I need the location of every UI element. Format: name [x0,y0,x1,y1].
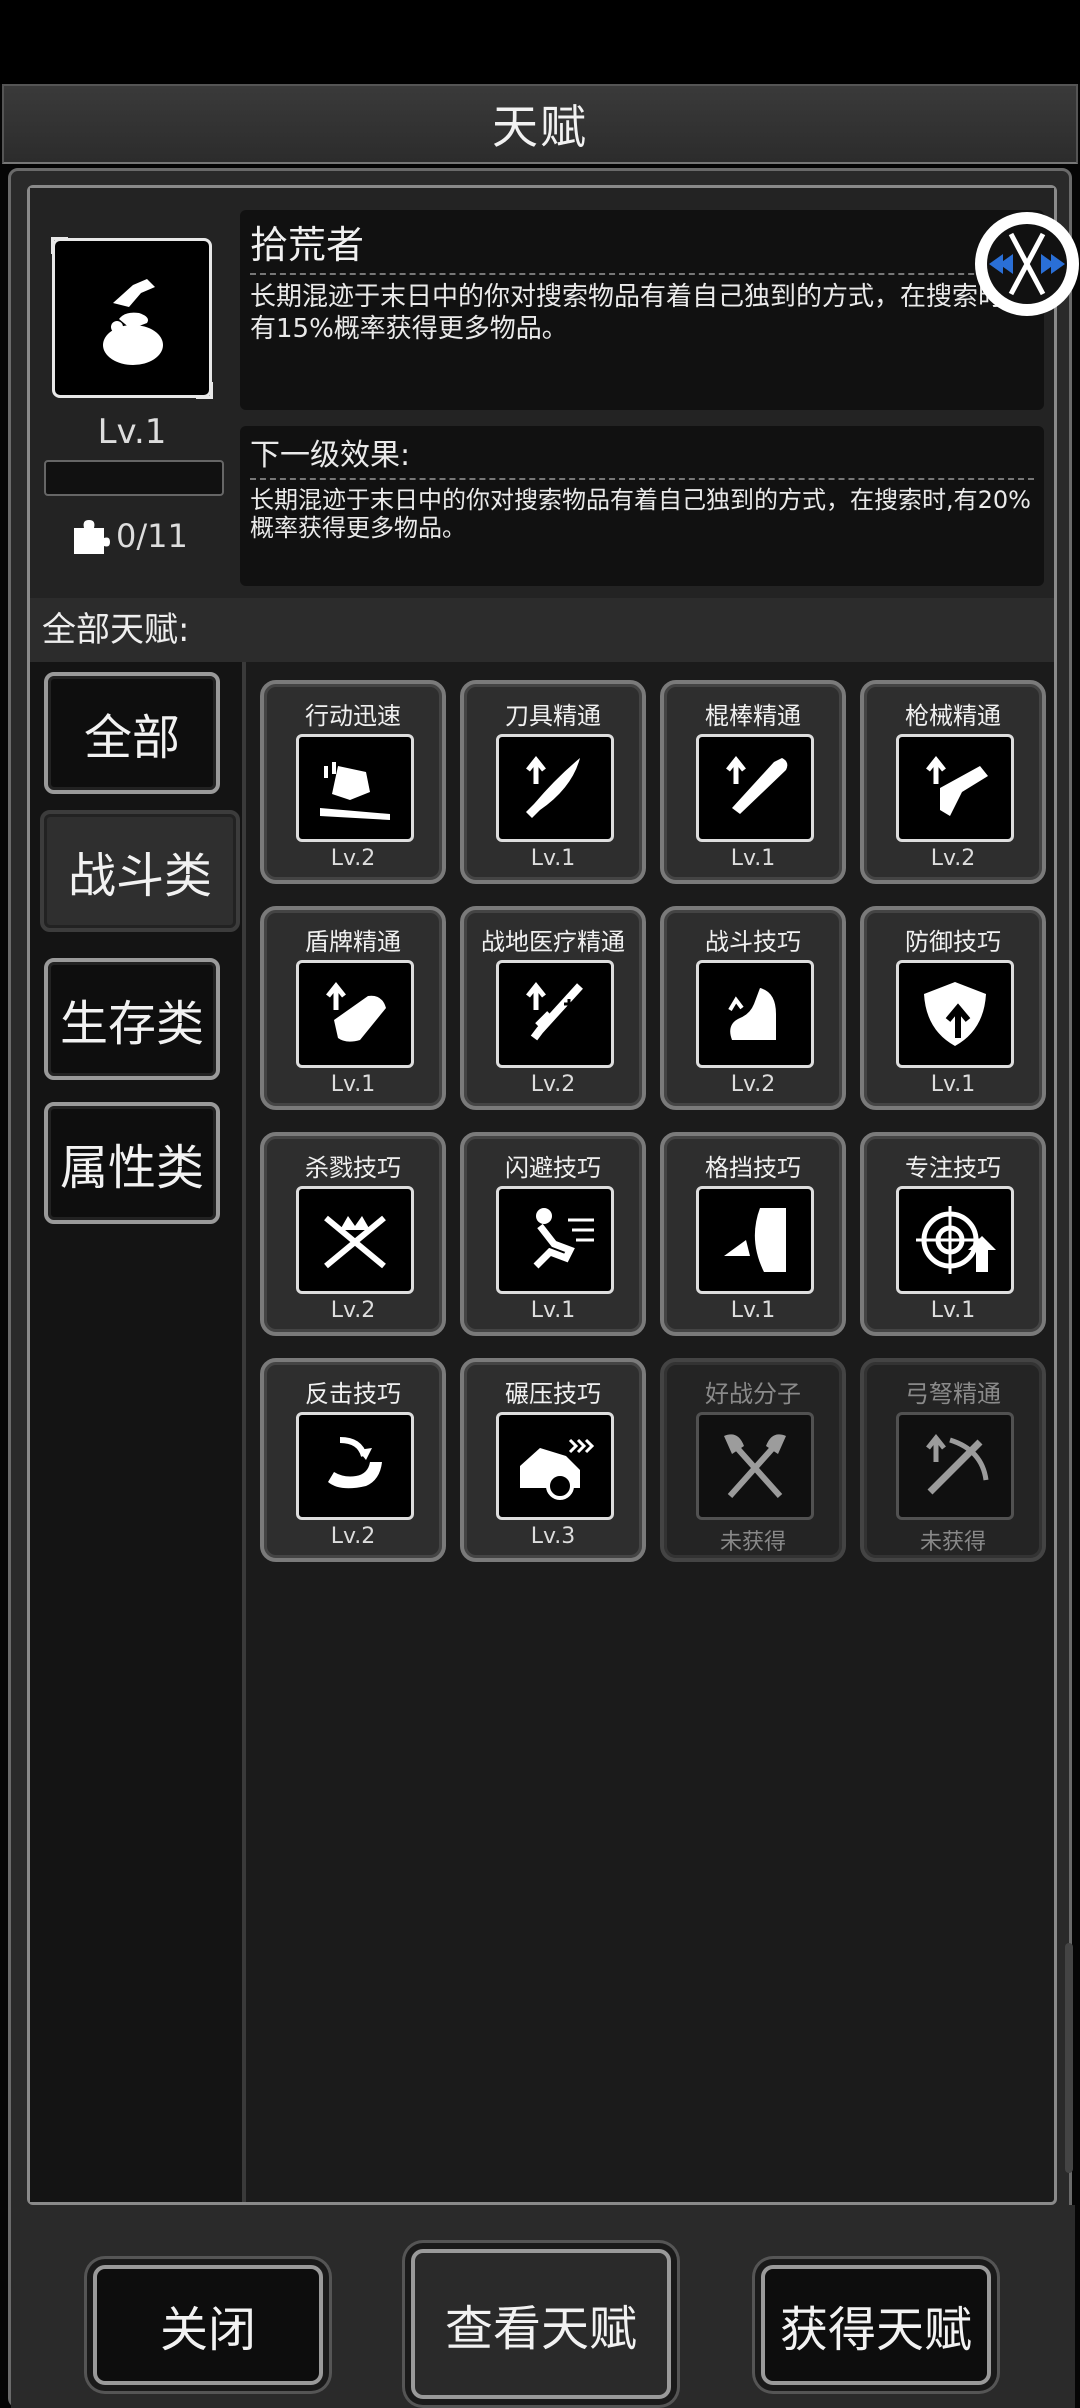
talent-cell-locked[interactable]: 好战分子 未获得 [660,1358,846,1562]
talent-panel: Lv.1 0/11 拾荒者 长期混迹于末日中的你对搜索物品有着自己独到的方式，在… [8,168,1075,2408]
talent-cell[interactable]: 防御技巧 Lv.1 [860,906,1046,1110]
counter-arm-icon [296,1412,414,1520]
bat-icon [696,734,814,842]
crossbow-icon [896,1412,1014,1520]
category-attribute[interactable]: 属性类 [44,1102,220,1224]
crossed-blades-icon [296,1186,414,1294]
piece-count: 0/11 [116,517,188,555]
block-icon [696,1186,814,1294]
talent-cell[interactable]: 格挡技巧 Lv.1 [660,1132,846,1336]
syringe-icon [496,960,614,1068]
selected-level: Lv.1 [97,412,167,452]
close-button[interactable]: 关闭 [93,2265,323,2385]
shield-up-icon [896,960,1014,1068]
category-combat[interactable]: 战斗类 [40,810,240,932]
selected-name: 拾荒者 [250,214,1034,275]
piece-counter: 0/11 [70,516,188,556]
target-icon [896,1186,1014,1294]
status-bar [0,0,1080,84]
next-level-description: 长期混迹于末日中的你对搜索物品有着自己独到的方式，在搜索时,有20%概率获得更多… [250,486,1031,542]
floating-assistant-button[interactable] [975,212,1079,316]
category-all[interactable]: 全部 [44,672,220,794]
talent-cell[interactable]: 枪械精通 Lv.2 [860,680,1046,884]
pistol-icon [896,734,1014,842]
talent-detail: Lv.1 0/11 拾荒者 长期混迹于末日中的你对搜索物品有着自己独到的方式，在… [30,188,1054,598]
selected-description: 长期混迹于末日中的你对搜索物品有着自己独到的方式，在搜索时,有15%概率获得更多… [250,282,1013,344]
shield-arm-icon [296,960,414,1068]
run-icon [296,734,414,842]
next-level-box: 下一级效果: 长期混迹于末日中的你对搜索物品有着自己独到的方式，在搜索时,有20… [240,426,1044,586]
fast-forward-icon [987,224,1067,304]
category-survival[interactable]: 生存类 [44,958,220,1080]
talent-cell-locked[interactable]: 弓弩精通 未获得 [860,1358,1046,1562]
talent-cell[interactable]: 刀具精通 Lv.1 [460,680,646,884]
dodge-icon [496,1186,614,1294]
bottom-bar: 关闭 查看天赋 获得天赋 [11,2205,1075,2408]
obtain-talent-button[interactable]: 获得天赋 [761,2265,991,2385]
category-column: 全部 战斗类 生存类 属性类 [30,662,246,2202]
flex-arm-icon [696,960,814,1068]
window-title: 天赋 [492,100,588,154]
machete-icon [496,734,614,842]
scavenger-icon [51,237,213,399]
talent-cell[interactable]: 盾牌精通 Lv.1 [260,906,446,1110]
puzzle-piece-icon [74,520,110,554]
view-talent-button[interactable]: 查看天赋 [411,2249,671,2399]
section-label: 全部天赋: [30,598,1054,662]
talent-cell[interactable]: 闪避技巧 Lv.1 [460,1132,646,1336]
crossed-axes-icon [696,1412,814,1520]
scrollbar[interactable] [1065,1943,1073,2173]
next-level-title: 下一级效果: [250,430,1034,480]
talent-cell[interactable]: 专注技巧 Lv.1 [860,1132,1046,1336]
talent-cell[interactable]: 战地医疗精通 Lv.2 [460,906,646,1110]
talent-cell[interactable]: 棍棒精通 Lv.1 [660,680,846,884]
title-bar: 天赋 [2,84,1078,164]
talent-cell[interactable]: 反击技巧 Lv.2 [260,1358,446,1562]
car-crush-icon [496,1412,614,1520]
talent-cell[interactable]: 行动迅速 Lv.2 [260,680,446,884]
exp-bar [44,460,224,496]
talent-cell[interactable]: 杀戮技巧 Lv.2 [260,1132,446,1336]
talent-panel-inner: Lv.1 0/11 拾荒者 长期混迹于末日中的你对搜索物品有着自己独到的方式，在… [27,185,1057,2205]
talent-cell[interactable]: 战斗技巧 Lv.2 [660,906,846,1110]
talent-cell[interactable]: 碾压技巧 Lv.3 [460,1358,646,1562]
description-box: 拾荒者 长期混迹于末日中的你对搜索物品有着自己独到的方式，在搜索时,有15%概率… [240,210,1044,410]
